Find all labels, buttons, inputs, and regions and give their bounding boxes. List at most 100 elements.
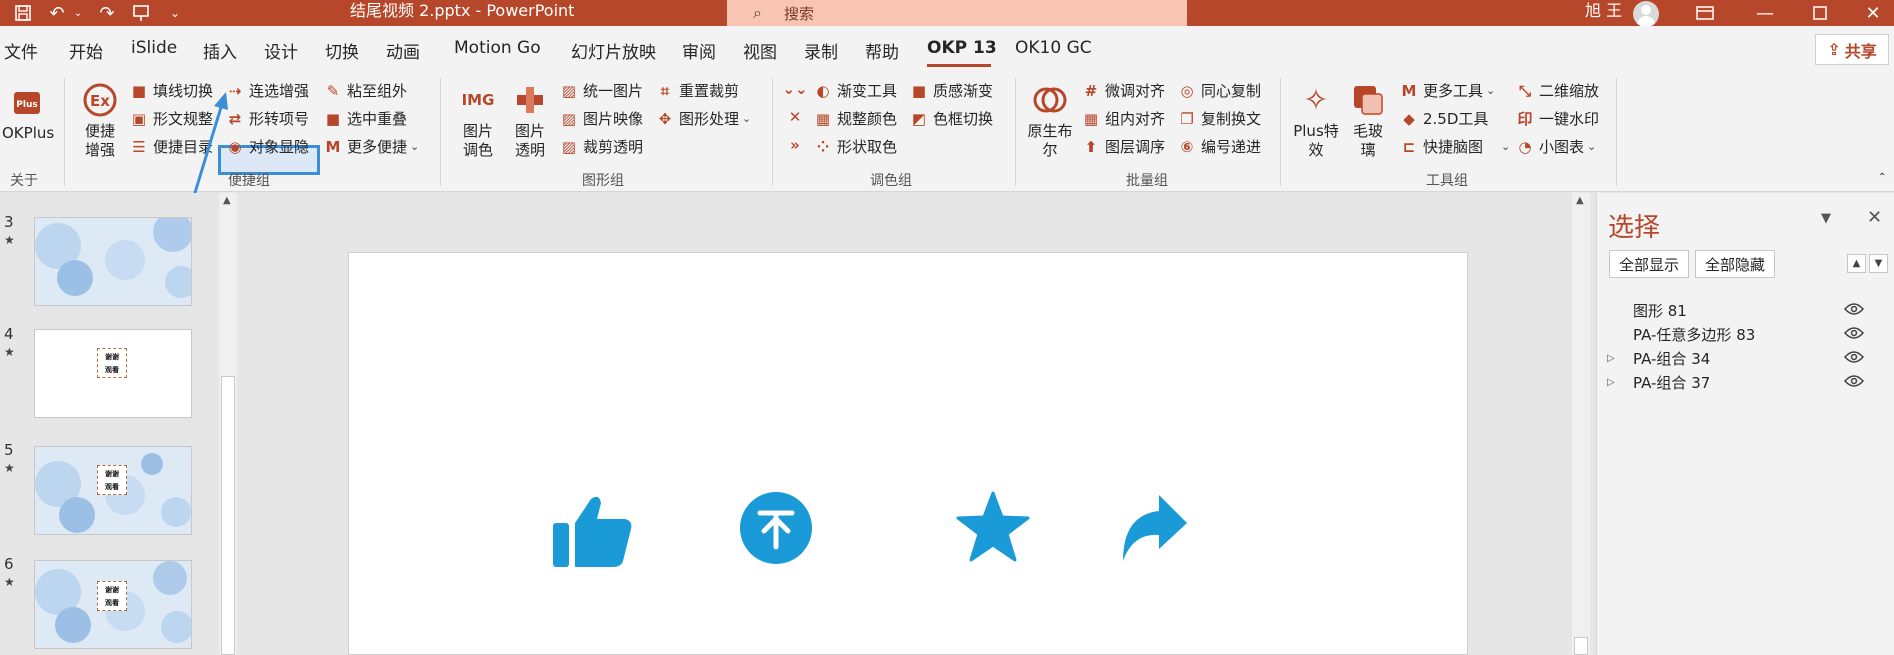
- slide-scrollbar[interactable]: ▲: [1572, 193, 1590, 655]
- reset-crop-button[interactable]: ⌗ 重置裁剪: [656, 80, 739, 101]
- star-icon[interactable]: [956, 491, 1030, 563]
- avatar[interactable]: [1633, 1, 1659, 27]
- undo-dropdown-icon[interactable]: ⌄: [72, 0, 84, 26]
- selection-item[interactable]: ▷ PA-组合 37: [1607, 370, 1887, 394]
- layer-order-button[interactable]: ⬆ 图层调序: [1082, 136, 1165, 157]
- slide-thumbnail-3[interactable]: [34, 217, 192, 306]
- tab-home[interactable]: 开始: [69, 38, 103, 63]
- quick-enhance-button[interactable]: Ex 便捷 增强: [78, 80, 122, 160]
- okplus-button[interactable]: Plus OKPlus: [2, 82, 54, 143]
- paste-outside-group-button[interactable]: ✎ 粘至组外: [324, 80, 407, 101]
- eye-icon[interactable]: [1844, 301, 1864, 317]
- tab-islide[interactable]: iSlide: [131, 38, 177, 58]
- present-icon[interactable]: [128, 0, 154, 26]
- frosted-glass-button[interactable]: 毛玻 璃: [1346, 80, 1390, 160]
- hide-all-button[interactable]: 全部隐藏: [1695, 250, 1776, 278]
- close-window-icon[interactable]: ✕: [1860, 0, 1886, 26]
- tab-review[interactable]: 审阅: [682, 38, 716, 63]
- more-quick-button[interactable]: M 更多便捷 ⌄: [324, 136, 420, 157]
- expand-triangle-icon[interactable]: ▷: [1607, 353, 1623, 364]
- collapse-ribbon-icon[interactable]: ⌃: [1878, 172, 1886, 183]
- mini-chart-button[interactable]: ◔ 小图表 ⌄: [1516, 136, 1596, 157]
- color-frame-switch-button[interactable]: ◩ 色框切换: [910, 108, 993, 129]
- pane-options-icon[interactable]: ▼: [1821, 211, 1831, 226]
- thumbnail-scrollbar[interactable]: ▲: [219, 193, 237, 655]
- scrollbar-thumb[interactable]: [221, 376, 235, 655]
- tab-animations[interactable]: 动画: [386, 38, 420, 63]
- thumbs-up-icon[interactable]: [553, 495, 633, 569]
- tab-design[interactable]: 设计: [264, 38, 298, 63]
- quick-mindmap-button[interactable]: ⊏ 快捷脑图 ⌄: [1400, 136, 1511, 157]
- tab-motion-go[interactable]: Motion Go: [454, 38, 541, 58]
- scroll-up-icon[interactable]: ▲: [223, 195, 231, 206]
- ribbon-display-icon[interactable]: [1692, 0, 1718, 26]
- fine-align-button[interactable]: # 微调对齐: [1082, 80, 1165, 101]
- current-slide[interactable]: [348, 252, 1468, 655]
- bring-forward-icon[interactable]: ▲: [1847, 254, 1866, 273]
- tab-okp13[interactable]: OKP 13: [927, 38, 997, 58]
- tab-ok10gc[interactable]: OK10 GC: [1015, 38, 1092, 58]
- number-increment-button[interactable]: ⑥ 编号递进: [1178, 136, 1261, 157]
- gradient-tool-button[interactable]: ◐ 渐变工具: [814, 80, 897, 101]
- image-transparent-button[interactable]: 图片 透明: [508, 80, 552, 160]
- search-box[interactable]: ⌕ 搜索: [727, 0, 1187, 26]
- object-visibility-button[interactable]: ◉ 对象显隐: [226, 136, 309, 157]
- double-chevron-icon[interactable]: »: [786, 136, 809, 154]
- show-all-button[interactable]: 全部显示: [1609, 250, 1690, 278]
- redo-icon[interactable]: ↷: [94, 0, 120, 26]
- shape-to-bullet-button[interactable]: ⇄ 形转项号: [226, 108, 309, 129]
- image-reflection-button[interactable]: ▨ 图片映像: [560, 108, 643, 129]
- tool-2-5d-button[interactable]: ◆ 2.5D工具: [1400, 108, 1488, 129]
- close-pane-icon[interactable]: ✕: [1867, 207, 1882, 228]
- selection-item[interactable]: 图形 81: [1607, 298, 1887, 322]
- share-button[interactable]: ⇪ 共享: [1815, 34, 1889, 65]
- tab-transitions[interactable]: 切换: [325, 38, 359, 63]
- customize-toolbar-icon[interactable]: ⌄: [166, 0, 184, 26]
- unify-image-button[interactable]: ▨ 统一图片: [560, 80, 643, 101]
- tab-slideshow[interactable]: 幻灯片放映: [571, 38, 656, 63]
- image-color-button[interactable]: IMG 图片 调色: [456, 80, 500, 160]
- down-arrow-circle-icon[interactable]: [739, 491, 813, 565]
- tidy-color-button[interactable]: ▦ 规整颜色: [814, 108, 897, 129]
- gradient-expand-icon[interactable]: ⌄⌄: [782, 80, 809, 98]
- slide-thumbnail-5[interactable]: 谢谢 观看: [34, 446, 192, 535]
- shape-eyedropper-button[interactable]: ⁘ 形状取色: [814, 136, 897, 157]
- cross-icon[interactable]: ✕: [786, 108, 809, 126]
- tab-record[interactable]: 录制: [804, 38, 838, 63]
- select-overlap-button[interactable]: ■ 选中重叠: [324, 108, 407, 129]
- scale-2d-button[interactable]: ⤡ 二维缩放: [1516, 80, 1599, 101]
- concentric-copy-button[interactable]: ◎ 同心复制: [1178, 80, 1261, 101]
- group-align-button[interactable]: ▦ 组内对齐: [1082, 108, 1165, 129]
- native-boolean-button[interactable]: 原生布 尔: [1022, 80, 1078, 160]
- maximize-icon[interactable]: [1807, 0, 1833, 26]
- shape-process-button[interactable]: ✥ 图形处理 ⌄: [656, 108, 752, 129]
- tab-view[interactable]: 视图: [743, 38, 777, 63]
- expand-triangle-icon[interactable]: ▷: [1607, 377, 1623, 388]
- eye-icon[interactable]: [1844, 373, 1864, 389]
- multi-select-enhance-button[interactable]: ⇢ 连选增强: [226, 80, 309, 101]
- crop-transparent-button[interactable]: ▨ 裁剪透明: [560, 136, 643, 157]
- share-arrow-icon[interactable]: [1119, 493, 1189, 563]
- undo-icon[interactable]: ↶: [44, 0, 70, 26]
- texture-gradient-button[interactable]: ■ 质感渐变: [910, 80, 993, 101]
- tab-insert[interactable]: 插入: [203, 38, 237, 63]
- scroll-up-icon[interactable]: ▲: [1576, 195, 1584, 206]
- watermark-button[interactable]: 印一键水印: [1516, 108, 1599, 129]
- tab-help[interactable]: 帮助: [865, 38, 899, 63]
- slide-number: 4: [4, 325, 14, 343]
- slide-thumbnail-6[interactable]: 谢谢 观看: [34, 560, 192, 649]
- save-icon[interactable]: [10, 0, 36, 26]
- selection-item[interactable]: PA-任意多边形 83: [1607, 322, 1887, 346]
- send-backward-icon[interactable]: ▼: [1869, 254, 1888, 273]
- plus-effect-button[interactable]: ✧ Plus特 效: [1290, 80, 1342, 160]
- selection-item[interactable]: ▷ PA-组合 34: [1607, 346, 1887, 370]
- scrollbar-thumb[interactable]: [1574, 637, 1588, 655]
- slide-thumbnail-4[interactable]: 谢谢 观看: [34, 329, 192, 418]
- minimize-icon[interactable]: —: [1752, 0, 1778, 26]
- copy-replace-text-button[interactable]: ❐ 复制换文: [1178, 108, 1261, 129]
- eye-icon[interactable]: [1844, 349, 1864, 365]
- eye-icon[interactable]: [1844, 325, 1864, 341]
- user-name[interactable]: 旭 王: [1585, 0, 1622, 24]
- tab-file[interactable]: 文件: [4, 38, 38, 63]
- more-tools-button[interactable]: M 更多工具 ⌄: [1400, 80, 1496, 101]
